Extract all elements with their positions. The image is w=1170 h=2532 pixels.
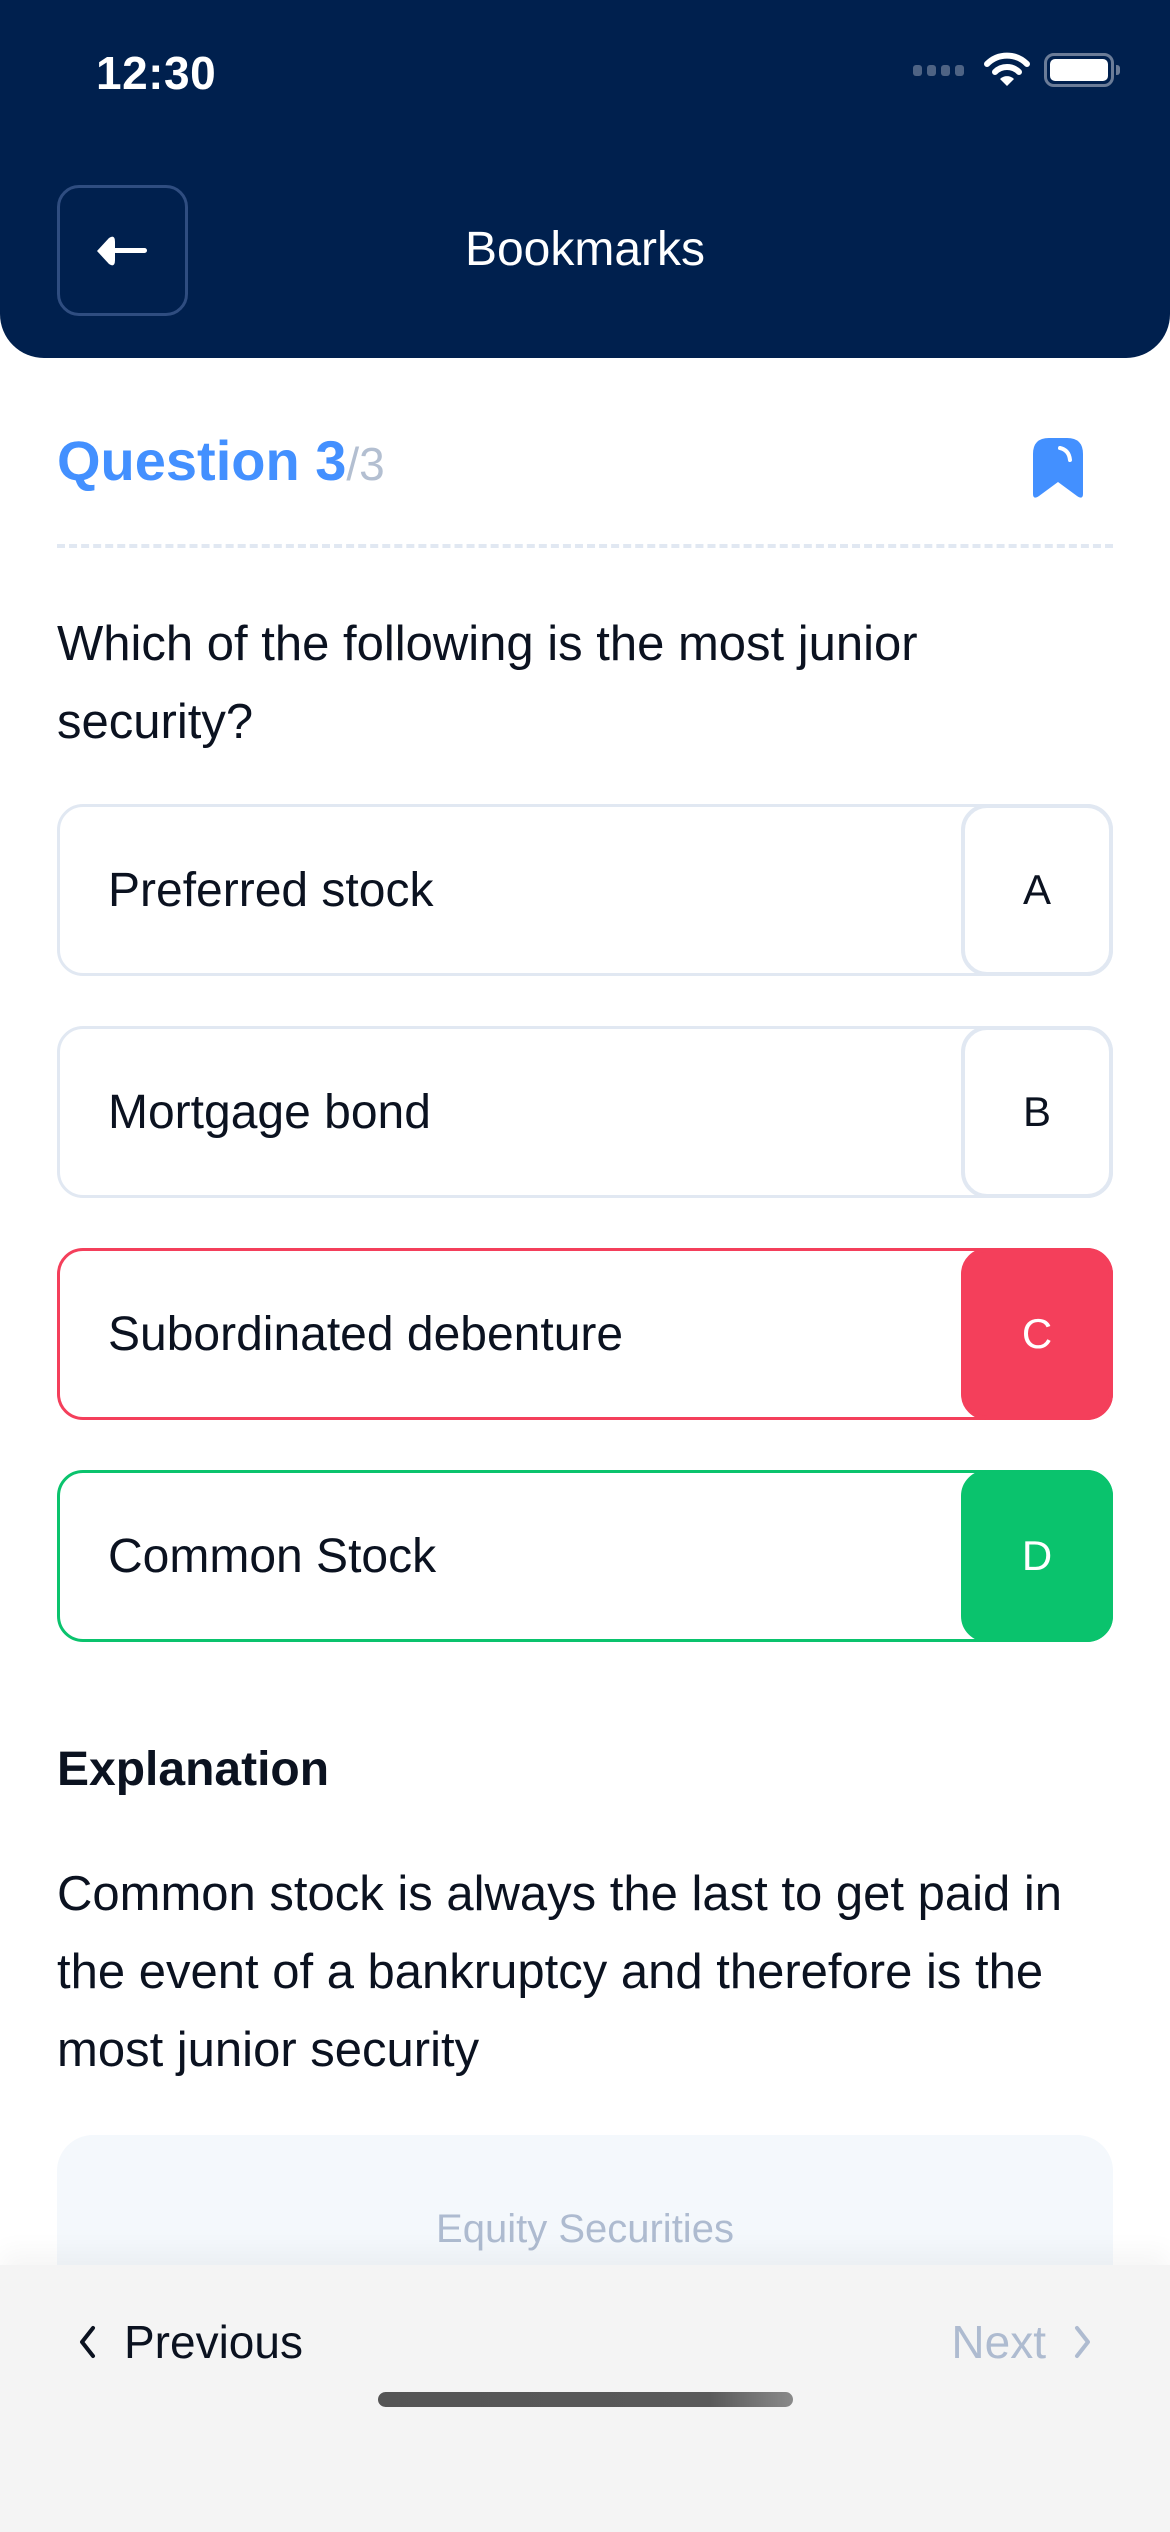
signal-dots-icon [913,64,964,76]
topic-label: Equity Securities [436,2207,734,2251]
dashed-divider [57,544,1113,548]
wifi-icon [984,52,1030,86]
option-text: Mortgage bond [108,1085,431,1139]
question-total: /3 [346,438,385,490]
bottom-nav: Previous Next [0,2265,1170,2532]
option-text: Preferred stock [108,863,434,917]
explanation-text: Common stock is always the last to get p… [57,1867,1062,2077]
battery-icon [1044,53,1120,87]
page-title: Bookmarks [464,223,706,276]
option-letter: B [961,1026,1113,1198]
bookmark-button[interactable] [1033,438,1083,500]
question-number: Question 3 [57,429,347,492]
app-header: 12:30 Bookmarks [0,0,1170,358]
next-label: Next [951,2316,1046,2368]
status-icons [913,52,1120,88]
question-text: Which of the following is the most junio… [57,617,918,749]
option-b[interactable]: Mortgage bond B [57,1026,1113,1198]
question-header: Question 3/3 [57,428,1113,498]
chevron-right-icon [1075,2326,1090,2358]
status-time: 12:30 [96,47,217,99]
next-button[interactable]: Next [951,2315,1092,2369]
option-a[interactable]: Preferred stock A [57,804,1113,976]
chevron-left-icon [80,2326,95,2358]
explanation-title: Explanation [57,1743,330,1796]
option-letter: D [961,1470,1113,1642]
option-text: Subordinated debenture [108,1307,624,1361]
previous-label: Previous [124,2316,303,2368]
option-letter: A [961,804,1113,976]
option-c[interactable]: Subordinated debenture C [57,1248,1113,1420]
previous-button[interactable]: Previous [78,2315,303,2369]
home-indicator[interactable] [378,2392,793,2407]
option-letter: C [961,1248,1113,1420]
bookmark-filled-icon [1033,438,1083,498]
option-text: Common Stock [108,1529,437,1583]
option-d[interactable]: Common Stock D [57,1470,1113,1642]
